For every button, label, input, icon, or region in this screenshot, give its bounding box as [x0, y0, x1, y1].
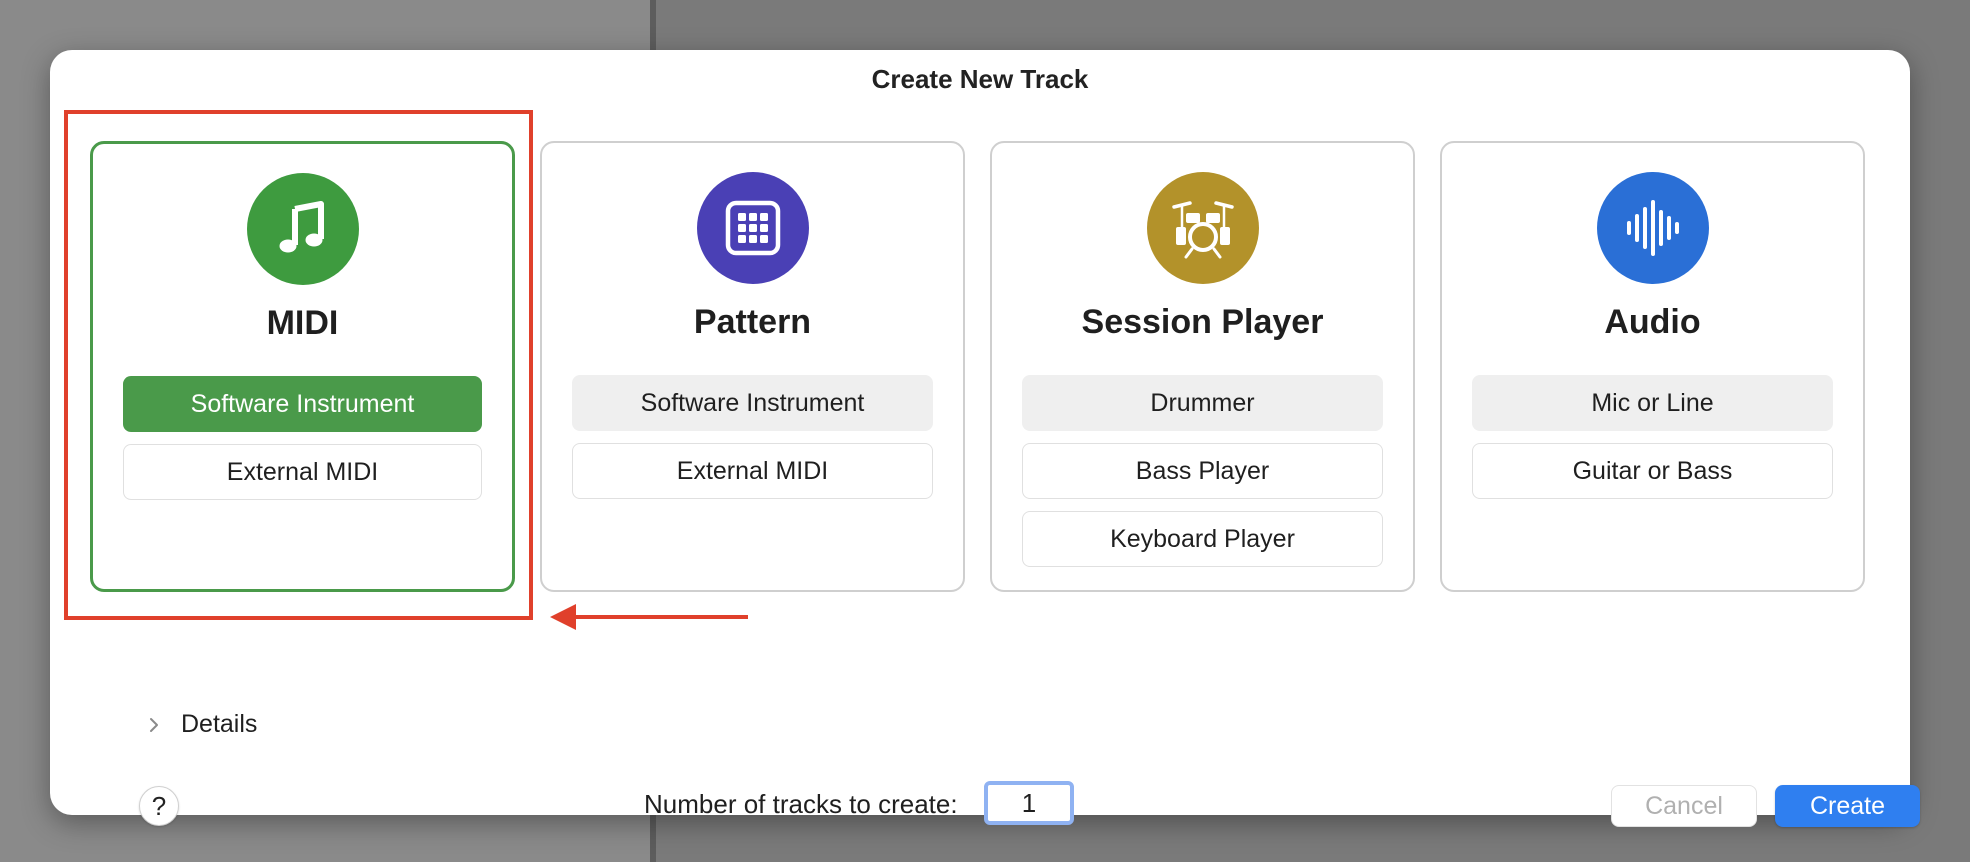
annotation-arrow-icon	[550, 604, 748, 630]
annotation-highlight-box	[64, 110, 533, 620]
option-pattern-software-instrument[interactable]: Software Instrument	[572, 375, 933, 431]
card-audio[interactable]: Audio Mic or Line Guitar or Bass	[1440, 141, 1865, 592]
waveform-icon	[1596, 172, 1709, 284]
card-title-pattern: Pattern	[693, 303, 812, 341]
create-button[interactable]: Create	[1775, 785, 1920, 827]
details-disclosure[interactable]: Details	[145, 710, 257, 739]
card-title-audio: Audio	[1604, 303, 1701, 341]
option-mic-or-line[interactable]: Mic or Line	[1472, 375, 1833, 431]
dialog-title: Create New Track	[871, 64, 1089, 94]
help-button[interactable]: ?	[139, 786, 179, 826]
cancel-button[interactable]: Cancel	[1611, 785, 1757, 827]
card-title-session-player: Session Player	[1081, 303, 1324, 341]
details-label: Details	[181, 710, 258, 738]
option-drummer[interactable]: Drummer	[1022, 375, 1383, 431]
chevron-right-icon	[150, 717, 158, 732]
grid-pads-icon	[696, 172, 809, 284]
card-session-player[interactable]: Session Player Drummer Bass Player Keybo…	[990, 141, 1415, 592]
tracks-count-label: Number of tracks to create:	[644, 789, 958, 819]
option-guitar-or-bass[interactable]: Guitar or Bass	[1472, 443, 1833, 499]
option-pattern-external-midi[interactable]: External MIDI	[572, 443, 933, 499]
tracks-count-input[interactable]	[984, 781, 1074, 825]
option-bass-player[interactable]: Bass Player	[1022, 443, 1383, 499]
option-keyboard-player[interactable]: Keyboard Player	[1022, 511, 1383, 567]
drum-kit-icon	[1146, 172, 1259, 284]
card-pattern[interactable]: Pattern Software Instrument External MID…	[540, 141, 965, 592]
